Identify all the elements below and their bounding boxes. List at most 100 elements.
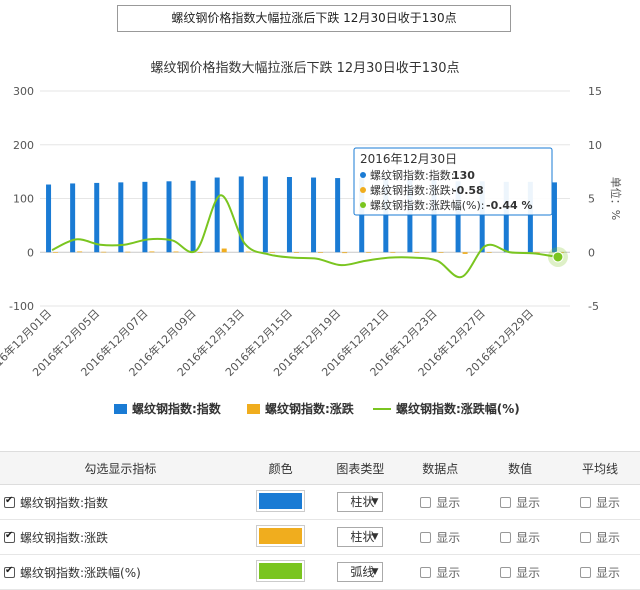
chart-type-select[interactable]: 弧线 ▼	[337, 562, 384, 582]
bar-change	[486, 252, 492, 253]
y-right-axis-label: 单位：%	[609, 177, 623, 220]
bar-change	[125, 251, 131, 253]
tooltip-dot	[360, 172, 366, 178]
legend-label-pct: 螺纹钢指数:涨跌幅(%)	[396, 402, 520, 416]
y-left-tick-label: -100	[9, 300, 34, 313]
y-right-tick-label: 10	[588, 139, 602, 152]
bar-index	[70, 183, 76, 253]
y-left-tick-label: 100	[13, 193, 34, 206]
value-checkbox[interactable]	[500, 531, 512, 543]
tooltip-value: -0.58	[452, 184, 484, 197]
header-chart-type: 图表类型	[320, 451, 401, 485]
bar-index	[551, 182, 557, 253]
chart-type-select[interactable]: 柱状 ▼	[337, 492, 384, 512]
y-right-tick-label: 0	[588, 246, 595, 259]
bar-index	[118, 182, 124, 253]
bar-index	[286, 177, 292, 253]
chart-legend: 螺纹钢指数:指数 螺纹钢指数:涨跌 螺纹钢指数:涨跌幅(%)	[0, 396, 640, 420]
bar-change	[438, 252, 444, 253]
bar-change	[390, 252, 396, 253]
header-value: 数值	[480, 451, 561, 485]
bar-change	[53, 252, 59, 253]
indicator-name: 螺纹钢指数:涨跌幅(%)	[20, 565, 141, 580]
bar-change	[366, 252, 372, 253]
chart-type-select[interactable]: 柱状 ▼	[337, 527, 384, 547]
y-left-tick-label: 200	[13, 139, 34, 152]
color-swatch[interactable]	[256, 524, 306, 547]
bar-change	[197, 252, 203, 253]
legend-line-pct	[373, 407, 391, 410]
data-point-label: 显示	[436, 530, 461, 545]
bar-change	[269, 252, 275, 253]
table-row: 螺纹钢指数:涨跌幅(%) 弧线▼ 显示 显示 显示	[0, 554, 640, 590]
indicator-table: 勾选显示指标 颜色 图表类型 数据点 数值 平均线 螺纹钢指数:指数柱状▼显示显…	[0, 451, 640, 590]
average-label: 显示	[596, 530, 621, 545]
tooltip-value: -0.44 %	[486, 199, 533, 212]
dropdown-arrow-icon: ▼	[371, 532, 379, 542]
data-point-checkbox[interactable]	[420, 531, 432, 543]
tooltip-label: 螺纹钢指数:涨跌幅(%):	[370, 198, 484, 212]
bar-index	[166, 181, 172, 253]
chart-svg: 螺纹钢价格指数大幅拉涨后下跌 12月30日收于130点3002001000-10…	[0, 60, 623, 379]
tooltip-label: 螺纹钢指数:涨跌:	[370, 183, 454, 197]
data-point-label: 显示	[436, 495, 461, 510]
y-right-tick-label: 15	[588, 85, 602, 98]
indicator-checkbox[interactable]	[4, 530, 15, 543]
y-right-tick-label: -5	[588, 300, 599, 313]
average-toggle[interactable]: 显示	[580, 566, 620, 580]
tooltip-label: 螺纹钢指数:指数:	[370, 168, 454, 182]
bar-change	[414, 252, 420, 253]
hover-point-marker	[552, 251, 564, 263]
value-checkbox[interactable]	[500, 566, 512, 578]
average-checkbox[interactable]	[580, 496, 592, 508]
header-color: 颜色	[240, 451, 321, 485]
indicator-checkbox[interactable]	[4, 565, 15, 578]
legend-item-pct[interactable]: 螺纹钢指数:涨跌幅(%)	[373, 400, 520, 417]
color-swatch[interactable]	[256, 489, 306, 512]
indicator-checkbox[interactable]	[4, 495, 15, 508]
header-data-point: 数据点	[400, 451, 481, 485]
tooltip-dot	[360, 187, 366, 193]
data-point-checkbox[interactable]	[420, 496, 432, 508]
color-swatch[interactable]	[256, 559, 306, 582]
legend-item-change[interactable]: 螺纹钢指数:涨跌	[247, 400, 354, 417]
chart-title: 螺纹钢价格指数大幅拉涨后下跌 12月30日收于130点	[150, 60, 459, 76]
data-point-toggle[interactable]: 显示	[420, 496, 460, 510]
bar-change	[77, 251, 83, 253]
y-right-tick-label: 5	[588, 193, 595, 206]
tooltip-value: 130	[452, 169, 475, 182]
value-toggle[interactable]: 显示	[500, 531, 540, 545]
data-point-toggle[interactable]: 显示	[420, 531, 460, 545]
indicator-name: 螺纹钢指数:涨跌	[20, 530, 109, 545]
legend-swatch-change	[247, 403, 260, 414]
bar-change	[149, 251, 155, 253]
data-point-label: 显示	[436, 565, 461, 580]
legend-label-change: 螺纹钢指数:涨跌	[265, 402, 354, 416]
legend-label-index: 螺纹钢指数:指数	[132, 402, 221, 416]
bar-index	[94, 182, 100, 253]
value-toggle[interactable]: 显示	[500, 566, 540, 580]
indicator-name: 螺纹钢指数:指数	[20, 495, 109, 510]
value-toggle[interactable]: 显示	[500, 496, 540, 510]
average-label: 显示	[596, 565, 621, 580]
tooltip-dot	[360, 202, 366, 208]
bar-change	[318, 252, 324, 253]
dropdown-arrow-icon: ▼	[371, 497, 379, 507]
bar-index	[311, 177, 317, 253]
legend-swatch-index	[114, 403, 127, 414]
average-checkbox[interactable]	[580, 531, 592, 543]
bar-index	[142, 181, 148, 253]
average-toggle[interactable]: 显示	[580, 496, 620, 510]
average-toggle[interactable]: 显示	[580, 531, 620, 545]
bar-index	[46, 184, 52, 253]
bar-change	[101, 251, 107, 253]
dropdown-arrow-icon: ▼	[371, 567, 379, 577]
value-checkbox[interactable]	[500, 496, 512, 508]
bar-change	[462, 252, 468, 254]
data-point-toggle[interactable]: 显示	[420, 566, 460, 580]
legend-item-index[interactable]: 螺纹钢指数:指数	[114, 400, 221, 417]
bar-change	[342, 252, 348, 254]
data-point-checkbox[interactable]	[420, 566, 432, 578]
header-indicator: 勾选显示指标	[0, 451, 241, 485]
average-checkbox[interactable]	[580, 566, 592, 578]
